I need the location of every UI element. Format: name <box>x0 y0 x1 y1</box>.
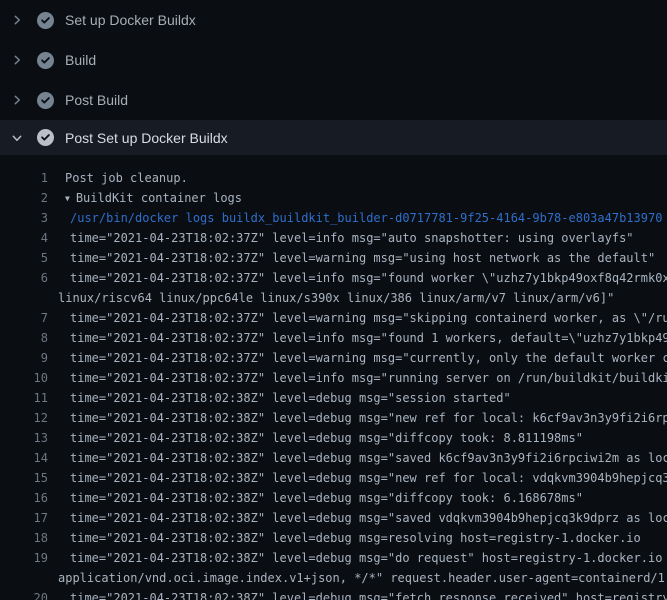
line-text: time="2021-04-23T18:02:38Z" level=debug … <box>48 508 667 528</box>
line-number[interactable]: 7 <box>0 308 48 328</box>
chevron-right-icon <box>10 54 24 66</box>
line-number[interactable]: 6 <box>0 268 48 288</box>
log-line: 4 time="2021-04-23T18:02:37Z" level=info… <box>0 228 667 248</box>
log-line: 3 /usr/bin/docker logs buildx_buildkit_b… <box>0 208 667 228</box>
log-line: 11 time="2021-04-23T18:02:38Z" level=deb… <box>0 388 667 408</box>
log-line: 2 ▼BuildKit container logs <box>0 188 667 208</box>
line-number[interactable]: 17 <box>0 508 48 528</box>
line-text: time="2021-04-23T18:02:38Z" level=debug … <box>48 588 667 600</box>
line-text: time="2021-04-23T18:02:38Z" level=debug … <box>48 408 667 428</box>
log-line: 19 time="2021-04-23T18:02:38Z" level=deb… <box>0 548 667 568</box>
log-line: 14 time="2021-04-23T18:02:38Z" level=deb… <box>0 448 667 468</box>
line-text: time="2021-04-23T18:02:37Z" level=info m… <box>48 268 667 288</box>
line-number[interactable]: 20 <box>0 588 48 600</box>
step-label: Post Build <box>65 92 128 108</box>
step-header-build[interactable]: Build <box>0 40 667 80</box>
chevron-down-icon <box>10 132 24 144</box>
step-label: Set up Docker Buildx <box>65 12 196 28</box>
line-text: linux/riscv64 linux/ppc64le linux/s390x … <box>48 288 614 308</box>
line-text: time="2021-04-23T18:02:37Z" level=info m… <box>48 368 667 388</box>
chevron-right-icon <box>10 14 24 26</box>
line-number[interactable]: 10 <box>0 368 48 388</box>
log-area: 1 Post job cleanup. 2 ▼BuildKit containe… <box>0 155 667 600</box>
line-text: Post job cleanup. <box>48 168 188 188</box>
log-line: 5 time="2021-04-23T18:02:37Z" level=warn… <box>0 248 667 268</box>
line-number[interactable]: 18 <box>0 528 48 548</box>
log-line: 18 time="2021-04-23T18:02:38Z" level=deb… <box>0 528 667 548</box>
line-text[interactable]: ▼BuildKit container logs <box>48 188 242 208</box>
line-number[interactable]: 15 <box>0 468 48 488</box>
step-label: Build <box>65 52 96 68</box>
log-line: application/vnd.oci.image.index.v1+json,… <box>0 568 667 588</box>
line-text: time="2021-04-23T18:02:38Z" level=debug … <box>48 448 667 468</box>
line-number[interactable] <box>0 288 48 308</box>
line-text: time="2021-04-23T18:02:37Z" level=warnin… <box>48 348 667 368</box>
line-text: time="2021-04-23T18:02:38Z" level=debug … <box>48 528 641 548</box>
line-number[interactable]: 1 <box>0 168 48 188</box>
line-number[interactable]: 12 <box>0 408 48 428</box>
line-number[interactable]: 5 <box>0 248 48 268</box>
success-check-icon <box>37 12 54 29</box>
line-text: time="2021-04-23T18:02:37Z" level=warnin… <box>48 248 655 268</box>
line-text: time="2021-04-23T18:02:38Z" level=debug … <box>48 428 583 448</box>
line-text: application/vnd.oci.image.index.v1+json,… <box>48 568 667 588</box>
line-number[interactable]: 14 <box>0 448 48 468</box>
line-text: time="2021-04-23T18:02:38Z" level=debug … <box>48 488 583 508</box>
success-check-icon <box>37 129 54 146</box>
line-text: time="2021-04-23T18:02:38Z" level=debug … <box>48 548 667 568</box>
step-header-post-build[interactable]: Post Build <box>0 80 667 120</box>
group-collapse-triangle-icon[interactable]: ▼ <box>65 189 70 208</box>
line-text: time="2021-04-23T18:02:37Z" level=warnin… <box>48 308 667 328</box>
log-line: 13 time="2021-04-23T18:02:38Z" level=deb… <box>0 428 667 448</box>
line-text: time="2021-04-23T18:02:37Z" level=info m… <box>48 328 667 348</box>
log-line: 16 time="2021-04-23T18:02:38Z" level=deb… <box>0 488 667 508</box>
log-line: 17 time="2021-04-23T18:02:38Z" level=deb… <box>0 508 667 528</box>
line-number[interactable]: 2 <box>0 188 48 208</box>
line-number[interactable]: 3 <box>0 208 48 228</box>
line-number[interactable]: 19 <box>0 548 48 568</box>
success-check-icon <box>37 52 54 69</box>
log-line: 1 Post job cleanup. <box>0 168 667 188</box>
step-header-post-set-up-docker-buildx[interactable]: Post Set up Docker Buildx <box>0 120 667 155</box>
line-number[interactable]: 13 <box>0 428 48 448</box>
line-number[interactable]: 4 <box>0 228 48 248</box>
line-number[interactable]: 11 <box>0 388 48 408</box>
line-text: time="2021-04-23T18:02:38Z" level=debug … <box>48 468 667 488</box>
chevron-right-icon <box>10 94 24 106</box>
line-number[interactable]: 16 <box>0 488 48 508</box>
log-line: 12 time="2021-04-23T18:02:38Z" level=deb… <box>0 408 667 428</box>
log-line: 10 time="2021-04-23T18:02:37Z" level=inf… <box>0 368 667 388</box>
log-line: 20 time="2021-04-23T18:02:38Z" level=deb… <box>0 588 667 600</box>
success-check-icon <box>37 92 54 109</box>
step-label: Post Set up Docker Buildx <box>65 130 228 146</box>
line-text: /usr/bin/docker logs buildx_buildkit_bui… <box>48 208 662 228</box>
line-number[interactable] <box>0 568 48 588</box>
workflow-log-viewer: Set up Docker Buildx Build Post Build Po… <box>0 0 667 600</box>
log-line: 8 time="2021-04-23T18:02:37Z" level=info… <box>0 328 667 348</box>
log-line: 6 time="2021-04-23T18:02:37Z" level=info… <box>0 268 667 288</box>
log-line: 15 time="2021-04-23T18:02:38Z" level=deb… <box>0 468 667 488</box>
line-number[interactable]: 9 <box>0 348 48 368</box>
log-line: 7 time="2021-04-23T18:02:37Z" level=warn… <box>0 308 667 328</box>
line-number[interactable]: 8 <box>0 328 48 348</box>
step-header-set-up-docker-buildx[interactable]: Set up Docker Buildx <box>0 0 667 40</box>
log-line: 9 time="2021-04-23T18:02:37Z" level=warn… <box>0 348 667 368</box>
log-line: linux/riscv64 linux/ppc64le linux/s390x … <box>0 288 667 308</box>
line-text: time="2021-04-23T18:02:38Z" level=debug … <box>48 388 511 408</box>
line-text: time="2021-04-23T18:02:37Z" level=info m… <box>48 228 634 248</box>
